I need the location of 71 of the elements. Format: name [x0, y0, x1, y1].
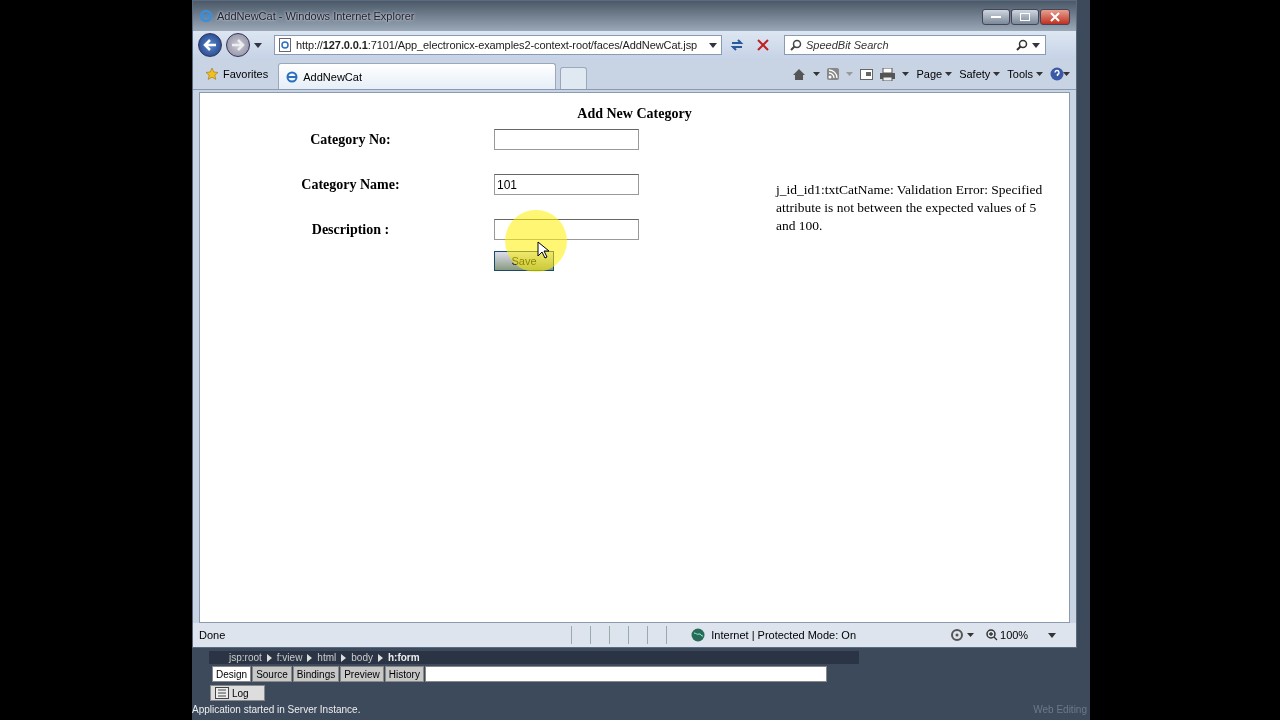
minimize-icon	[991, 15, 1001, 19]
back-arrow-icon	[203, 39, 217, 51]
input-field[interactable]	[494, 129, 639, 150]
zoom-icon	[986, 629, 998, 641]
caret-icon[interactable]	[254, 42, 262, 48]
caret-icon[interactable]	[813, 72, 821, 76]
stop-icon	[757, 39, 769, 51]
caret-icon	[993, 72, 1001, 76]
window-title: AddNewCat - Windows Internet Explorer	[217, 10, 415, 22]
close-icon	[1050, 12, 1060, 22]
field-label: Category No:	[309, 131, 392, 148]
arrow-icon	[377, 653, 383, 662]
caret-icon[interactable]	[709, 42, 717, 48]
log-message: Application started in Server Instance.	[192, 704, 361, 715]
zoom-button[interactable]: 100%	[986, 629, 1029, 641]
arrow-icon	[307, 653, 313, 662]
browser-tab[interactable]: AddNewCat	[278, 63, 557, 89]
search-bar[interactable]: SpeedBit Search	[784, 35, 1046, 55]
arrow-icon	[341, 653, 347, 662]
browser-icon	[199, 9, 213, 23]
breadcrumb-item[interactable]: html	[317, 652, 337, 663]
address-field[interactable]: http://127.0.0.1:7101/App_electronicx-examples2-context-root/faces/AddNewCat.jsp	[274, 35, 722, 55]
menu-button[interactable]: Tools	[1007, 68, 1043, 80]
scroll-bar[interactable]	[424, 666, 827, 682]
search-icon[interactable]	[1016, 39, 1028, 51]
cursor-icon	[537, 241, 549, 259]
editor-tab[interactable]: Design	[212, 666, 252, 682]
editor-tab[interactable]: History	[384, 666, 424, 682]
breadcrumb-item[interactable]: jsp:root	[229, 652, 262, 663]
close-button[interactable]	[1040, 9, 1070, 25]
caret-icon[interactable]	[902, 72, 910, 76]
refresh-icon	[730, 38, 744, 52]
validation-error: j_id_id1:txtCatName: Validation Error: Specified attribute is not between the expected values of 5 and 100.	[776, 181, 1044, 235]
input-field[interactable]	[494, 219, 639, 240]
minimize-button[interactable]	[982, 9, 1010, 25]
security-zone: Internet | Protected Mode: On	[711, 629, 856, 641]
breadcrumb-item[interactable]: h:form	[387, 652, 420, 663]
help-icon[interactable]	[1050, 67, 1070, 81]
page-icon	[279, 38, 291, 52]
search-icon	[790, 39, 802, 51]
arrow-icon	[266, 653, 272, 662]
page-heading: Add New Category	[576, 105, 693, 123]
log-button[interactable]: Log	[210, 685, 265, 701]
editor-tab[interactable]: Bindings	[292, 666, 340, 682]
home-icon[interactable]	[792, 67, 807, 81]
back-button[interactable]	[198, 33, 222, 57]
input-field[interactable]: 101	[494, 174, 639, 195]
editor-tab[interactable]: Preview	[340, 666, 384, 682]
caret-icon	[945, 72, 953, 76]
star-icon	[205, 67, 219, 81]
menu-button[interactable]: Page	[916, 68, 953, 80]
breadcrumb-item[interactable]: f:view	[276, 652, 303, 663]
browser-icon	[285, 69, 300, 84]
field-label: Category Name:	[300, 176, 401, 193]
forward-arrow-icon	[231, 39, 245, 51]
maximize-button[interactable]	[1011, 9, 1039, 25]
feed-icon[interactable]	[827, 68, 840, 80]
favorites-button[interactable]: Favorites	[199, 61, 275, 87]
breadcrumb-item[interactable]: body	[351, 652, 373, 663]
editor-tab[interactable]: Source	[252, 666, 292, 682]
status-text: Done	[199, 629, 226, 641]
caret-icon	[1036, 72, 1043, 76]
caret-icon[interactable]	[1032, 42, 1040, 48]
caret-icon[interactable]	[1048, 632, 1057, 638]
globe-icon	[691, 628, 706, 642]
field-label: Description :	[310, 221, 391, 238]
printer-icon[interactable]	[880, 67, 896, 81]
log-icon	[215, 687, 229, 699]
menu-button[interactable]: Safety	[959, 68, 1001, 80]
maximize-icon	[1020, 13, 1030, 21]
forward-button[interactable]	[226, 33, 250, 57]
